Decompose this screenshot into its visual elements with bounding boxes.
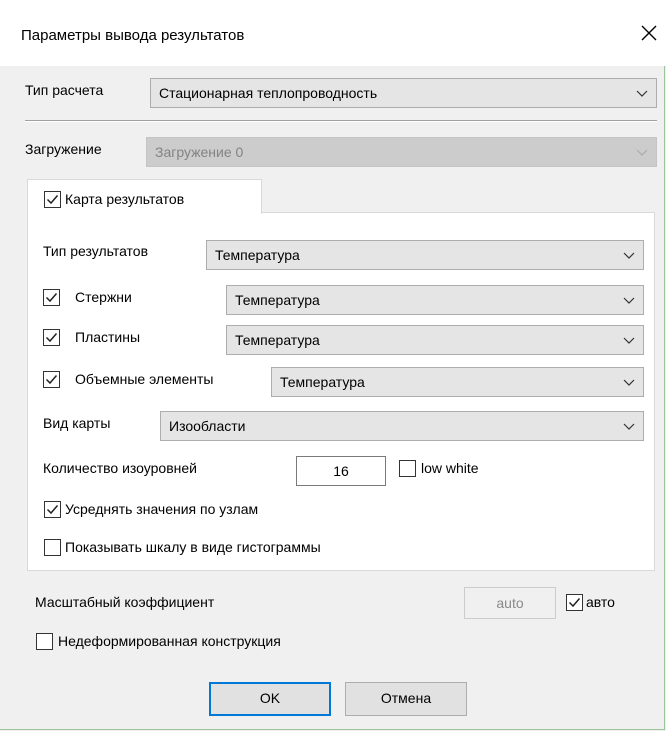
scale-auto-checkbox[interactable] [566, 594, 583, 611]
scale-input: auto [464, 587, 556, 619]
chevron-down-icon [636, 90, 648, 97]
plates-value: Температура [235, 332, 320, 348]
histogram-checkbox[interactable] [44, 539, 61, 556]
results-map-checkbox[interactable] [44, 191, 61, 208]
undeformed-checkbox[interactable] [36, 633, 53, 650]
calc-type-select[interactable]: Стационарная теплопроводность [150, 78, 657, 108]
cancel-button[interactable]: Отмена [345, 682, 467, 716]
close-icon[interactable] [637, 21, 661, 45]
map-view-label: Вид карты [43, 415, 111, 431]
volume-checkbox[interactable] [43, 371, 60, 388]
loading-label: Загружение [25, 141, 102, 157]
result-type-label: Тип результатов [43, 243, 149, 259]
average-checkbox[interactable] [44, 501, 61, 518]
volume-select[interactable]: Температура [271, 367, 644, 397]
plates-select[interactable]: Температура [226, 325, 644, 355]
checkmark-icon [45, 333, 58, 343]
volume-label: Объемные элементы [75, 371, 214, 387]
chevron-down-icon [623, 297, 635, 304]
checkmark-icon [46, 195, 59, 205]
calc-type-value: Стационарная теплопроводность [159, 85, 378, 101]
checkmark-icon [46, 505, 59, 515]
chevron-down-icon [623, 379, 635, 386]
loading-value: Загружение 0 [155, 144, 244, 160]
scale-label: Масштабный коэффициент [35, 594, 215, 610]
scale-auto-label: авто [586, 594, 615, 610]
rods-checkbox[interactable] [43, 289, 60, 306]
checkmark-icon [45, 293, 58, 303]
chevron-down-icon [636, 149, 648, 156]
dialog-title: Параметры вывода результатов [21, 27, 245, 44]
checkmark-icon [45, 375, 58, 385]
plates-checkbox[interactable] [43, 329, 60, 346]
chevron-down-icon [623, 423, 635, 430]
loading-select: Загружение 0 [146, 137, 657, 167]
rods-value: Температура [235, 292, 320, 308]
plates-label: Пластины [75, 329, 141, 345]
map-view-select[interactable]: Изообласти [160, 411, 644, 441]
undeformed-label: Недеформированная конструкция [58, 633, 281, 649]
low-white-label: low white [421, 460, 479, 476]
isolevels-input[interactable]: 16 [296, 456, 386, 486]
volume-value: Температура [280, 374, 365, 390]
histogram-label: Показывать шкалу в виде гистограммы [65, 539, 321, 555]
rods-label: Стержни [75, 289, 132, 305]
average-label: Усреднять значения по узлам [65, 501, 259, 517]
rods-select[interactable]: Температура [226, 285, 644, 315]
low-white-checkbox[interactable] [399, 460, 416, 477]
result-type-value: Температура [215, 247, 300, 263]
ok-button[interactable]: OK [209, 682, 331, 716]
chevron-down-icon [623, 337, 635, 344]
results-map-tab-label: Карта результатов [65, 191, 185, 207]
calc-type-label: Тип расчета [25, 82, 104, 98]
checkmark-icon [568, 598, 581, 608]
result-type-select[interactable]: Температура [206, 240, 644, 270]
isolevels-label: Количество изоуровней [43, 460, 197, 476]
chevron-down-icon [623, 252, 635, 259]
map-view-value: Изообласти [169, 418, 246, 434]
separator-highlight [25, 121, 657, 122]
